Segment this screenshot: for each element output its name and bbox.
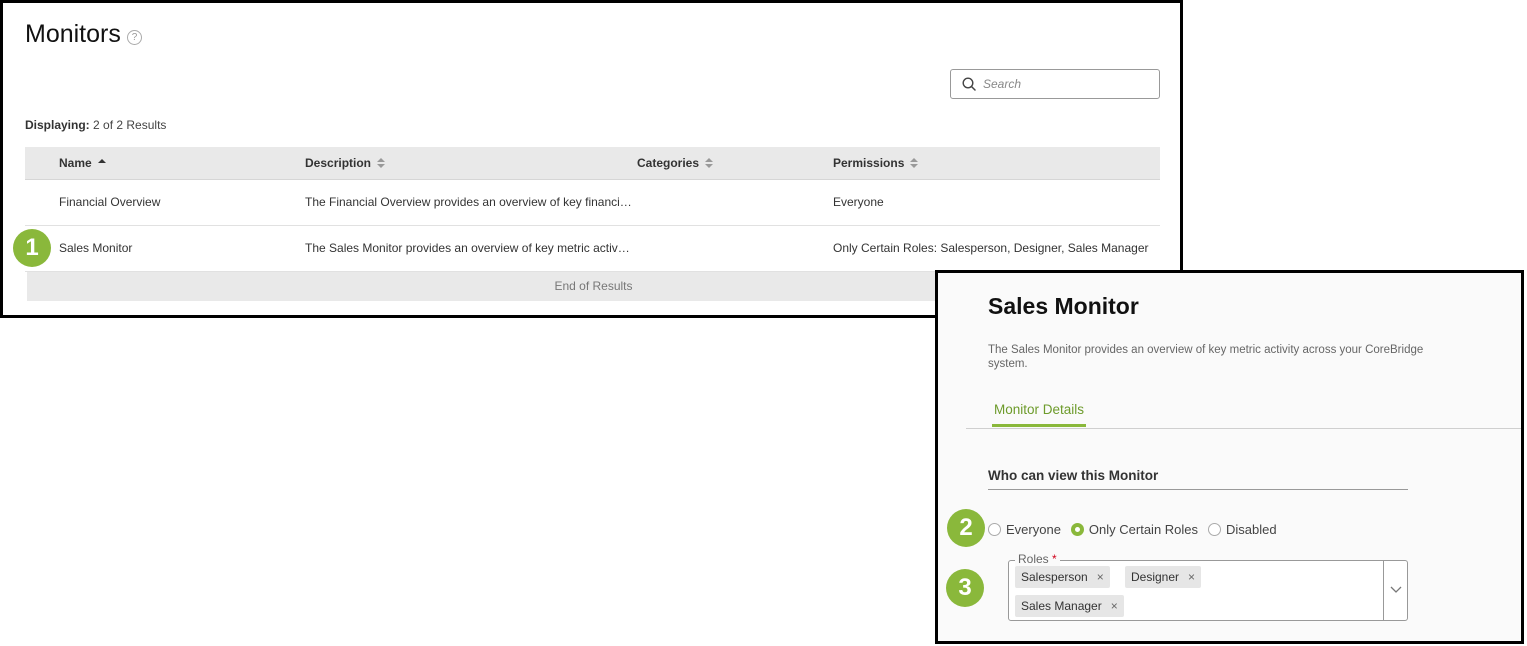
role-chip-designer: Designer × [1125,566,1202,588]
remove-chip-icon[interactable]: × [1111,595,1118,617]
table-header: Name Description Categories Permissions [25,147,1160,180]
column-header-name[interactable]: Name [59,156,106,170]
chip-label: Sales Manager [1021,599,1102,613]
results-count-value: 2 of 2 Results [93,118,167,132]
cell-permissions: Only Certain Roles: Salesperson, Designe… [833,241,1149,255]
roles-multiselect[interactable]: Roles * Salesperson × Designer × Sales M… [1008,552,1408,621]
required-marker: * [1052,552,1057,566]
table-row[interactable]: Sales Monitor The Sales Monitor provides… [25,226,1160,272]
cell-description: The Financial Overview provides an overv… [305,195,632,209]
roles-field-label: Roles * [1015,552,1060,566]
roles-label-text: Roles [1018,552,1049,566]
cell-description: The Sales Monitor provides an overview o… [305,241,630,255]
section-divider [988,489,1408,490]
role-chip-salesperson: Salesperson × [1015,566,1110,588]
radio-label: Disabled [1226,522,1277,537]
results-count: Displaying: 2 of 2 Results [25,118,166,132]
role-chip-sales-manager: Sales Manager × [1015,595,1124,617]
column-header-categories[interactable]: Categories [637,156,714,170]
callout-badge-3: 3 [946,569,984,607]
callout-badge-1: 1 [13,229,51,267]
remove-chip-icon[interactable]: × [1188,566,1195,588]
tab-monitor-details[interactable]: Monitor Details [992,402,1087,427]
radio-unchecked-icon [1208,523,1222,536]
monitor-description: The Sales Monitor provides an overview o… [988,344,1424,370]
column-header-label: Permissions [833,156,905,170]
radio-everyone[interactable]: Everyone [988,522,1061,537]
sort-ascending-icon [97,158,106,169]
chevron-down-icon [1390,586,1402,593]
results-count-label: Displaying: [25,118,90,132]
radio-checked-icon [1070,523,1084,536]
column-header-permissions[interactable]: Permissions [833,156,919,170]
section-title: Who can view this Monitor [988,468,1159,483]
sort-icon [377,157,386,169]
chip-label: Salesperson [1021,570,1088,584]
radio-label: Only Certain Roles [1088,522,1199,537]
search-input[interactable] [983,75,1153,93]
roles-dropdown-toggle[interactable] [1383,561,1407,620]
cell-name: Financial Overview [59,195,161,209]
search-box[interactable] [950,69,1160,99]
page-title: Monitors [25,20,121,48]
table-row[interactable]: Financial Overview The Financial Overvie… [25,180,1160,226]
cell-name: Sales Monitor [59,241,133,255]
help-icon[interactable]: ? [127,30,142,45]
search-icon [962,77,976,91]
column-header-label: Categories [637,156,700,170]
column-header-label: Description [305,156,372,170]
cell-permissions: Everyone [833,195,884,209]
monitor-title: Sales Monitor [988,293,1139,319]
tab-divider [966,428,1521,429]
remove-chip-icon[interactable]: × [1097,566,1104,588]
monitor-detail-body: Sales Monitor The Sales Monitor provides… [938,273,1521,641]
chip-label: Designer [1131,570,1180,584]
radio-label: Everyone [1006,522,1061,537]
visibility-radio-group: Everyone Only Certain Roles Disabled [988,522,1287,537]
radio-only-certain-roles[interactable]: Only Certain Roles [1070,522,1199,537]
sort-icon [910,157,919,169]
sort-icon [705,157,714,169]
monitor-detail-panel: Sales Monitor The Sales Monitor provides… [935,270,1524,644]
callout-badge-2: 2 [947,509,985,547]
radio-disabled[interactable]: Disabled [1208,522,1277,537]
column-header-label: Name [59,156,92,170]
radio-unchecked-icon [988,523,1001,536]
column-header-description[interactable]: Description [305,156,386,170]
